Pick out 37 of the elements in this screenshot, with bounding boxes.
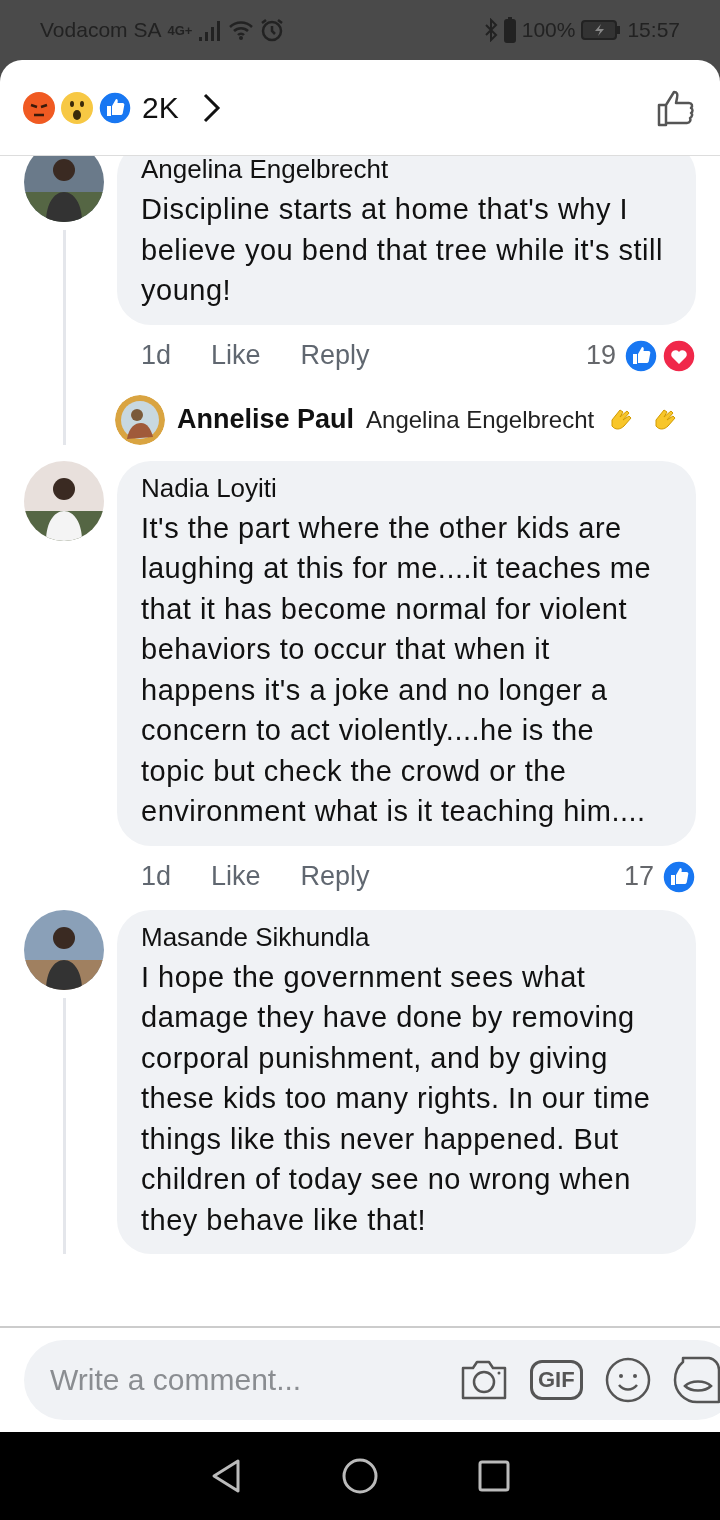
love-reaction-icon <box>662 338 696 373</box>
alarm-icon <box>260 18 285 42</box>
like-reaction-icon <box>624 338 658 373</box>
comment-author[interactable]: Angelina Engelbrecht <box>141 156 672 185</box>
battery-charging-icon <box>581 20 622 40</box>
emoji-icon[interactable] <box>604 1357 651 1403</box>
gif-button[interactable]: GIF <box>530 1360 583 1400</box>
reaction-count[interactable]: 19 <box>585 340 616 371</box>
back-icon[interactable] <box>210 1458 242 1494</box>
reply-link[interactable]: Reply <box>300 861 370 892</box>
comment-author[interactable]: Masande Sikhundla <box>141 921 672 953</box>
like-reaction-icon <box>98 90 132 125</box>
comment-time: 1d <box>141 340 172 371</box>
comment-text: It's the part where the other kids are laughing at this for me....it teaches me that it has become normal for violent behaviors to occur that when it happens it's a joke and no longer a concern to act violently....he is the topic but check the crowd or the environment what is it teaching him.... <box>141 510 653 829</box>
sticker-icon[interactable] <box>672 1356 720 1404</box>
like-reaction-icon <box>662 859 696 894</box>
wow-reaction-icon <box>60 90 94 125</box>
comment-author[interactable]: Nadia Loyiti <box>141 472 672 504</box>
comment-text: Discipline starts at home that's why I believe you bend that tree while it's still young! <box>141 192 664 308</box>
reply-author[interactable]: Annelise Paul <box>177 404 355 435</box>
battery-small-icon <box>503 17 516 43</box>
like-link[interactable]: Like <box>211 340 261 371</box>
reply-text: Angelina Engelbrecht <box>366 405 595 434</box>
signal-icon <box>198 19 223 41</box>
angry-reaction-icon <box>22 90 56 125</box>
reaction-count[interactable]: 17 <box>623 861 654 892</box>
like-link[interactable]: Like <box>211 861 261 892</box>
recents-icon[interactable] <box>478 1460 510 1492</box>
comment-field[interactable]: Write a comment... GIF <box>24 1340 720 1420</box>
camera-icon[interactable] <box>460 1358 508 1402</box>
bluetooth-icon <box>483 18 498 42</box>
home-icon[interactable] <box>342 1458 378 1494</box>
wifi-icon <box>228 19 255 41</box>
comment-time: 1d <box>141 861 172 892</box>
reply-link[interactable]: Reply <box>300 340 370 371</box>
reaction-count[interactable]: 2K <box>142 90 179 125</box>
comment-text: I hope the government sees what damage they have done by removing corporal punishment, and by giving these kids too many rights. In our time things like this never happened. But children of today see no wrong when they behave like that! <box>141 959 652 1238</box>
